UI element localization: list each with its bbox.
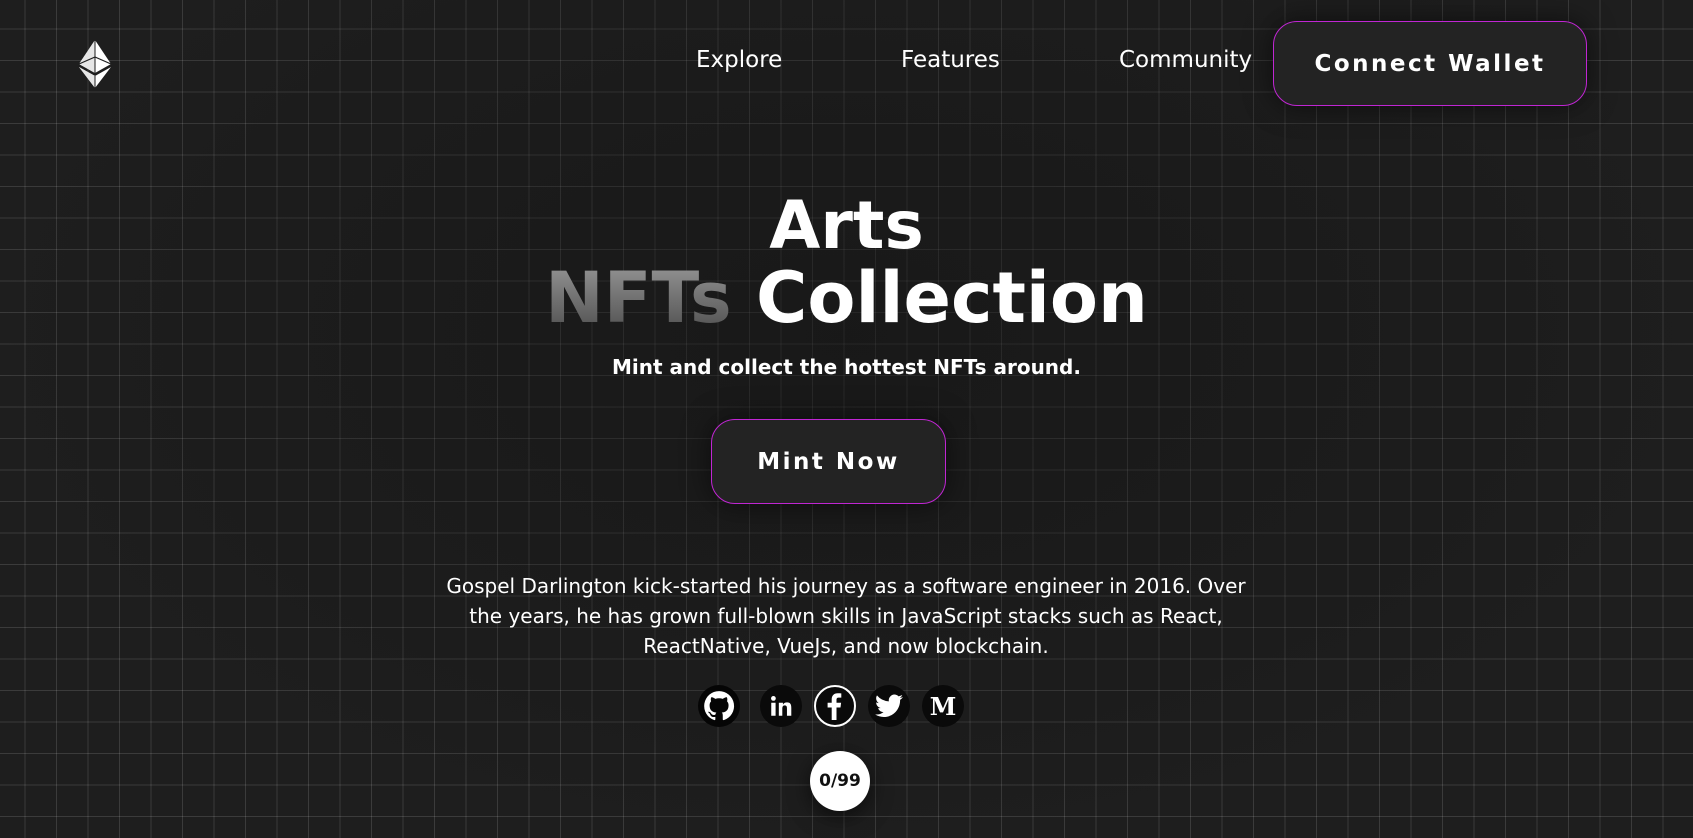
facebook-icon[interactable] <box>814 685 856 727</box>
nav-explore[interactable]: Explore <box>696 47 782 73</box>
ethereum-icon[interactable] <box>78 40 112 88</box>
mint-now-button[interactable]: Mint Now <box>711 419 946 504</box>
hero-title-collection: Collection <box>756 257 1148 339</box>
medium-icon[interactable]: M <box>922 685 964 727</box>
linkedin-icon[interactable] <box>760 685 802 727</box>
svg-text:M: M <box>930 694 957 718</box>
github-icon[interactable] <box>698 685 740 727</box>
hero-title-line2: NFTs Collection <box>0 263 1693 333</box>
hero-tagline: Mint and collect the hottest NFTs around… <box>612 355 1081 379</box>
nav-features[interactable]: Features <box>901 47 1000 73</box>
hero-title-line1: Arts <box>769 187 924 264</box>
hero-title-nfts: NFTs <box>545 257 732 339</box>
twitter-icon[interactable] <box>868 685 910 727</box>
bio-text: Gospel Darlington kick-started his journ… <box>446 574 1246 658</box>
social-links: M <box>698 685 964 727</box>
mint-counter-badge: 0/99 <box>810 751 870 811</box>
nav-community[interactable]: Community <box>1119 47 1252 73</box>
connect-wallet-button[interactable]: Connect Wallet <box>1273 21 1587 106</box>
